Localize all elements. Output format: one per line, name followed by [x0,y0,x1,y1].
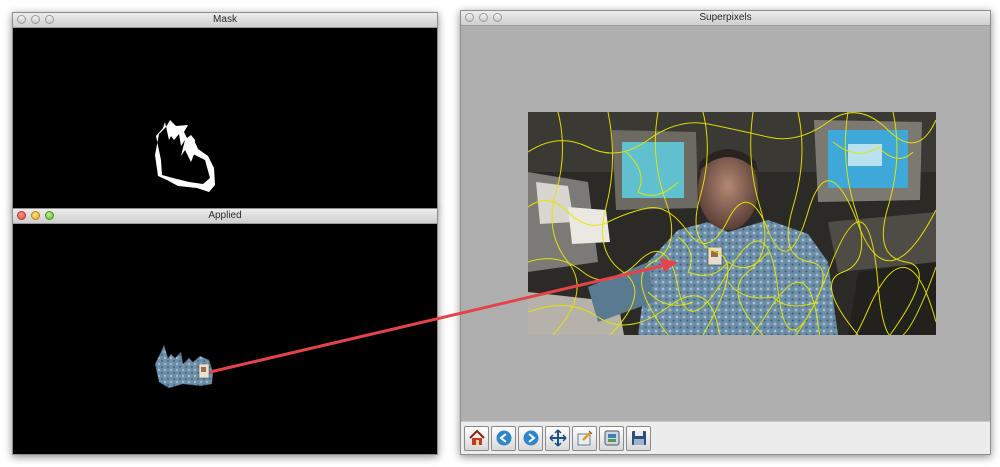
applied-canvas [13,224,437,454]
close-icon[interactable] [465,13,474,22]
mask-titlebar[interactable]: Mask [13,13,437,28]
save-button[interactable] [626,425,651,451]
forward-button[interactable] [518,425,543,451]
zoom-icon[interactable] [45,15,54,24]
home-button[interactable] [464,425,489,451]
minimize-icon[interactable] [479,13,488,22]
applied-window-title: Applied [208,210,242,221]
pan-move-icon [548,429,567,447]
zoom-icon[interactable] [45,211,54,220]
zoom-rect-icon [577,430,592,446]
back-arrow-icon [496,430,511,446]
applied-titlebar[interactable]: Applied [13,209,437,224]
mask-shape [155,120,215,192]
mask-window-title: Mask [213,14,237,25]
zoom-rect-button[interactable] [572,425,597,451]
superpixels-canvas [461,26,990,422]
configure-subplots-button[interactable] [599,425,624,451]
superpixels-window-title: Superpixels [699,12,752,23]
save-floppy-icon [631,431,646,445]
minimize-icon[interactable] [31,15,40,24]
forward-arrow-icon [523,430,538,446]
applied-window: Applied [12,208,438,455]
mask-window: Mask [12,12,438,210]
superpixels-titlebar[interactable]: Superpixels [461,11,990,26]
pan-button[interactable] [545,425,570,451]
minimize-icon[interactable] [31,211,40,220]
plot-toolbar [461,421,990,454]
superpixels-window: Superpixels [460,10,991,455]
mask-canvas [13,28,437,209]
zoom-icon[interactable] [493,13,502,22]
configure-subplots-icon [604,430,619,446]
close-icon[interactable] [17,211,26,220]
back-button[interactable] [491,425,516,451]
home-icon [468,429,485,445]
applied-masked-region [154,344,214,389]
superpixel-image [528,112,936,335]
close-icon[interactable] [17,15,26,24]
